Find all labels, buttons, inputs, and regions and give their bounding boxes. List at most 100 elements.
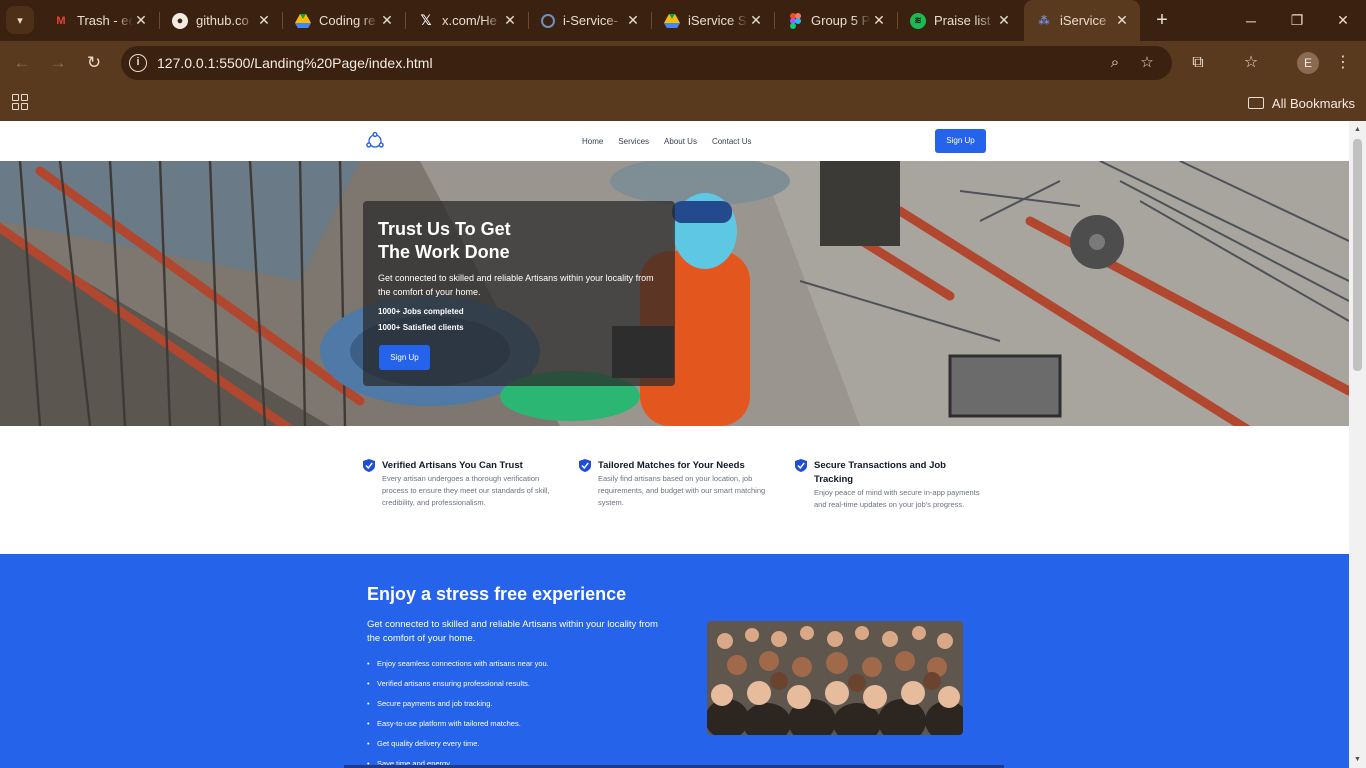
iservice-logo-icon[interactable]: [365, 131, 385, 151]
github-icon: ●: [172, 12, 188, 29]
figma-icon: [787, 12, 803, 29]
nav-signup-button[interactable]: Sign Up: [935, 129, 986, 153]
tab-title: Group 5 P: [811, 13, 871, 28]
reload-button[interactable]: ↻: [80, 49, 108, 77]
feature-title: Verified Artisans You Can Trust: [382, 460, 523, 471]
browser-tab-strip: ▾ M Trash - ee ✕ ● github.co ✕ Coding re…: [0, 0, 1366, 41]
tab-title: i-Service-: [563, 13, 618, 28]
loading-icon: [541, 13, 555, 28]
tab-title: iService: [1060, 13, 1107, 28]
tab-title: iService S: [688, 13, 747, 28]
feature-title: Tailored Matches for Your Needs: [598, 460, 745, 471]
tab-title: Praise list: [934, 13, 991, 28]
hero-title-line1: Trust Us To Get: [378, 219, 511, 239]
minimize-button[interactable]: ─: [1228, 0, 1274, 41]
hero-signup-button[interactable]: Sign Up: [379, 345, 430, 370]
site-nav-links: Home Services About Us Contact Us: [582, 121, 767, 161]
close-icon[interactable]: ✕: [748, 12, 764, 29]
forward-button[interactable]: →: [44, 49, 72, 77]
tab-title: x.com/He: [442, 13, 497, 28]
all-bookmarks-label: All Bookmarks: [1271, 95, 1355, 111]
profile-avatar[interactable]: E: [1297, 52, 1319, 74]
list-item: Get quality delivery every time.: [367, 737, 549, 757]
tab-title: Coding re: [319, 13, 376, 28]
feature-description: Enjoy peace of mind with secure in-app p…: [814, 488, 980, 509]
verified-check-icon: [795, 459, 807, 472]
scroll-down-icon[interactable]: ▼: [1353, 755, 1362, 764]
apps-grid-icon[interactable]: [12, 94, 28, 110]
tab-title: github.co: [196, 13, 249, 28]
list-item: Easy-to-use platform with tailored match…: [367, 717, 549, 737]
tab-figma[interactable]: Group 5 P ✕: [775, 0, 897, 41]
list-item: Verified artisans ensuring professional …: [367, 677, 549, 697]
tab-iservice-drive[interactable]: iService S ✕: [652, 0, 774, 41]
close-icon[interactable]: ✕: [502, 12, 518, 29]
restore-button[interactable]: ❐: [1274, 0, 1320, 41]
nav-link-about[interactable]: About Us: [664, 137, 697, 146]
hero-title: Trust Us To Get The Work Done: [378, 218, 578, 264]
drive-icon: [295, 13, 311, 29]
hero-title-line2: The Work Done: [378, 242, 510, 262]
stress-free-section: Enjoy a stress free experience Get conne…: [0, 554, 1349, 768]
url-text[interactable]: 127.0.0.1:5500/Landing%20Page/index.html: [157, 46, 433, 80]
extensions-icon[interactable]: ⧉: [1186, 51, 1210, 75]
verified-check-icon: [363, 459, 375, 472]
tab-github[interactable]: ● github.co ✕: [160, 0, 282, 41]
menu-icon[interactable]: ⋮: [1331, 51, 1355, 75]
browser-toolbar: ← → ↻ i 127.0.0.1:5500/Landing%20Page/in…: [0, 41, 1366, 85]
close-icon[interactable]: ✕: [379, 12, 395, 29]
back-button[interactable]: ←: [8, 49, 36, 77]
hero-section: Trust Us To Get The Work Done Get connec…: [0, 161, 1349, 426]
x-icon: 𝕏: [420, 12, 432, 28]
close-icon[interactable]: ✕: [871, 12, 887, 29]
stress-free-benefits: Enjoy seamless connections with artisans…: [367, 657, 549, 768]
tab-title: Trash - ee: [77, 13, 133, 28]
crowd-photo: [707, 621, 963, 735]
feature-title: Secure Transactions and Job Tracking: [814, 460, 946, 485]
address-bar[interactable]: i 127.0.0.1:5500/Landing%20Page/index.ht…: [121, 46, 1172, 80]
tab-gmail[interactable]: M Trash - ee ✕: [41, 0, 159, 41]
site-info-icon[interactable]: i: [129, 54, 147, 72]
spotify-icon: ≋: [910, 12, 926, 29]
scrollbar-thumb[interactable]: [1353, 139, 1362, 371]
page-viewport: Home Services About Us Contact Us Sign U…: [0, 121, 1349, 768]
bookmark-star-icon[interactable]: ☆: [1138, 54, 1156, 72]
close-icon[interactable]: ✕: [256, 12, 272, 29]
drive-icon: [664, 13, 680, 29]
bookmarks-star-icon[interactable]: ☆: [1239, 51, 1263, 75]
tab-spotify[interactable]: ≋ Praise list ✕: [898, 0, 1022, 41]
tab-x[interactable]: 𝕏 x.com/He ✕: [406, 0, 528, 41]
nav-link-services[interactable]: Services: [618, 137, 649, 146]
list-item: Secure payments and job tracking.: [367, 697, 549, 717]
list-item: Enjoy seamless connections with artisans…: [367, 657, 549, 677]
close-icon[interactable]: ✕: [1114, 12, 1130, 29]
site-navbar: Home Services About Us Contact Us Sign U…: [0, 121, 1349, 161]
close-window-button[interactable]: ✕: [1320, 0, 1366, 41]
tab-iservice-repo[interactable]: i-Service- ✕: [529, 0, 651, 41]
nav-link-home[interactable]: Home: [582, 137, 603, 146]
iservice-icon: ⁂: [1038, 15, 1050, 27]
chevron-down-icon: ▾: [17, 14, 23, 27]
new-tab-button[interactable]: +: [1150, 8, 1174, 32]
hero-stat-jobs: 1000+ Jobs completed: [378, 307, 464, 316]
page-scrollbar[interactable]: ▲ ▼: [1349, 121, 1366, 768]
hero-stat-clients: 1000+ Satisfied clients: [378, 323, 464, 332]
close-icon[interactable]: ✕: [133, 12, 149, 29]
feature-description: Every artisan undergoes a thorough verif…: [382, 474, 550, 507]
tab-search-button[interactable]: ▾: [6, 6, 34, 34]
close-icon[interactable]: ✕: [996, 12, 1012, 29]
folder-icon: [1247, 97, 1264, 109]
stress-free-subtitle: Get connected to skilled and reliable Ar…: [367, 619, 658, 644]
close-icon[interactable]: ✕: [625, 12, 641, 29]
all-bookmarks-button[interactable]: All Bookmarks: [1247, 85, 1355, 121]
tab-iservice-active[interactable]: ⁂ iService ✕: [1024, 0, 1140, 41]
tab-coding[interactable]: Coding re ✕: [283, 0, 405, 41]
feature-description: Easily find artisans based on your locat…: [598, 474, 766, 507]
zoom-icon[interactable]: ⌕: [1106, 54, 1124, 72]
bookmarks-bar: All Bookmarks: [0, 85, 1366, 121]
stress-free-title: Enjoy a stress free experience: [367, 584, 627, 604]
verified-check-icon: [579, 459, 591, 472]
nav-link-contact[interactable]: Contact Us: [712, 137, 752, 146]
hero-subtitle: Get connected to skilled and reliable Ar…: [378, 273, 654, 297]
scroll-up-icon[interactable]: ▲: [1353, 125, 1362, 134]
